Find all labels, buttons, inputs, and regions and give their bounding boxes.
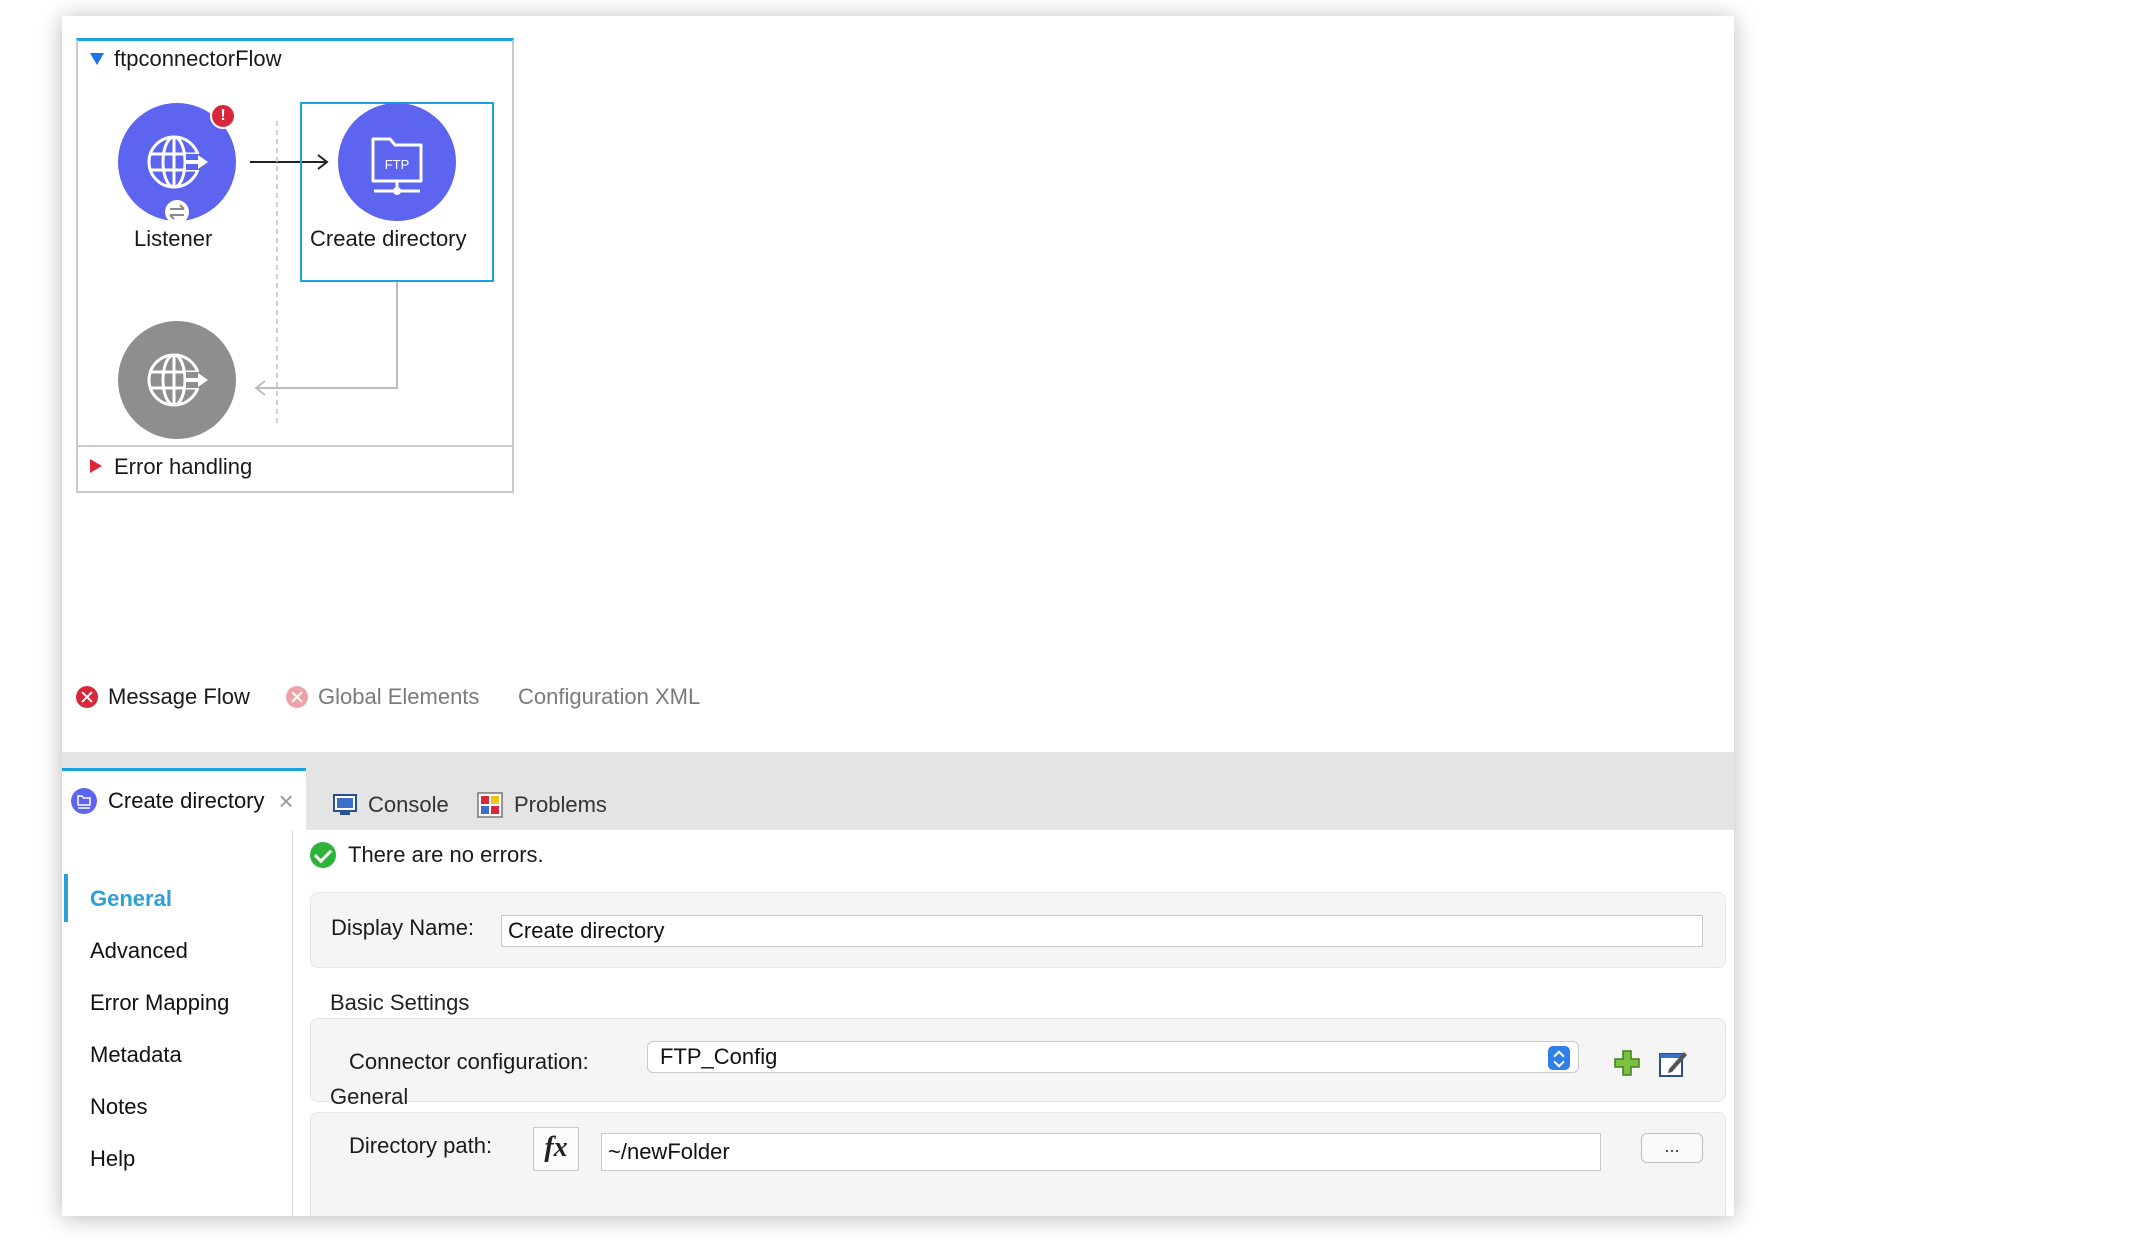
general-section-title: General: [330, 1084, 409, 1109]
display-name-label: Display Name:: [331, 915, 475, 940]
error-icon: [76, 686, 98, 708]
connector-config-label: Connector configuration:: [349, 1049, 589, 1074]
globe-arrow-icon: [147, 353, 208, 407]
chevron-updown-icon: [1548, 1046, 1570, 1070]
tab-configuration-xml[interactable]: Configuration XML: [518, 684, 700, 710]
error-handling-label[interactable]: Error handling: [114, 454, 252, 480]
general-group: Directory path: fx ~/newFolder ...: [310, 1112, 1726, 1216]
error-handling-divider: [78, 445, 512, 447]
tab-global-elements[interactable]: Global Elements: [286, 684, 479, 710]
sidebar-item-error-mapping[interactable]: Error Mapping: [90, 990, 229, 1016]
directory-path-input[interactable]: ~/newFolder: [601, 1133, 1601, 1171]
status-text: There are no errors.: [348, 842, 544, 867]
tab-label: Create directory: [108, 787, 265, 813]
listener-response-node[interactable]: [118, 321, 236, 439]
sidebar-active-indicator: [64, 874, 68, 922]
tab-problems[interactable]: Problems: [476, 780, 607, 830]
close-tab-icon[interactable]: ×: [279, 788, 294, 814]
sidebar-item-metadata[interactable]: Metadata: [90, 1042, 182, 1068]
console-monitor-icon: [333, 794, 357, 815]
add-plus-icon[interactable]: [1613, 1049, 1641, 1077]
basic-settings-group: Connector configuration: FTP_Config: [310, 1018, 1726, 1102]
create-directory-node[interactable]: FTP: [338, 103, 456, 221]
ftp-badge-text: FTP: [385, 157, 410, 172]
sidebar-item-advanced[interactable]: Advanced: [90, 938, 188, 964]
error-icon: [286, 686, 308, 708]
expand-triangle-icon[interactable]: [90, 459, 102, 473]
properties-panel: General Advanced Error Mapping Metadata …: [62, 830, 1734, 1216]
directory-path-label: Directory path:: [349, 1133, 493, 1158]
sidebar-item-general[interactable]: General: [90, 886, 172, 912]
basic-settings-title: Basic Settings: [330, 990, 470, 1015]
tab-label: Configuration XML: [518, 684, 701, 709]
browse-button[interactable]: ...: [1641, 1133, 1703, 1163]
connector-config-select[interactable]: FTP_Config: [647, 1041, 1579, 1073]
panel-tabbar: Create directory × Console Problems: [62, 752, 1734, 830]
tab-label: Global Elements: [318, 684, 480, 709]
tab-create-directory[interactable]: Create directory ×: [62, 768, 306, 830]
tab-console[interactable]: Console: [332, 780, 449, 830]
sidebar-item-help[interactable]: Help: [90, 1146, 135, 1172]
ftp-connector-icon: [71, 787, 97, 814]
display-name-input[interactable]: Create directory: [501, 915, 1703, 947]
check-circle-icon: [310, 842, 336, 868]
edit-icon[interactable]: [1657, 1047, 1689, 1079]
fx-expression-button[interactable]: fx: [533, 1127, 579, 1171]
create-directory-label: Create directory: [310, 226, 467, 251]
tab-label: Console: [368, 792, 449, 817]
tab-label: Problems: [514, 792, 607, 817]
problems-icon: [477, 792, 503, 818]
tab-message-flow[interactable]: Message Flow: [76, 684, 250, 710]
flow-container[interactable]: ftpconnectorFlow ! Listener FTP Create d…: [76, 38, 514, 493]
validation-status: There are no errors.: [310, 842, 544, 868]
sidebar-divider: [292, 830, 293, 1216]
app-window: ftpconnectorFlow ! Listener FTP Create d…: [62, 16, 1734, 1216]
ftp-folder-icon: FTP: [371, 137, 423, 195]
display-name-group: Display Name: Create directory: [310, 892, 1726, 968]
sidebar-item-notes[interactable]: Notes: [90, 1094, 147, 1120]
tab-label: Message Flow: [108, 684, 250, 709]
connector-config-value: FTP_Config: [660, 1044, 778, 1069]
